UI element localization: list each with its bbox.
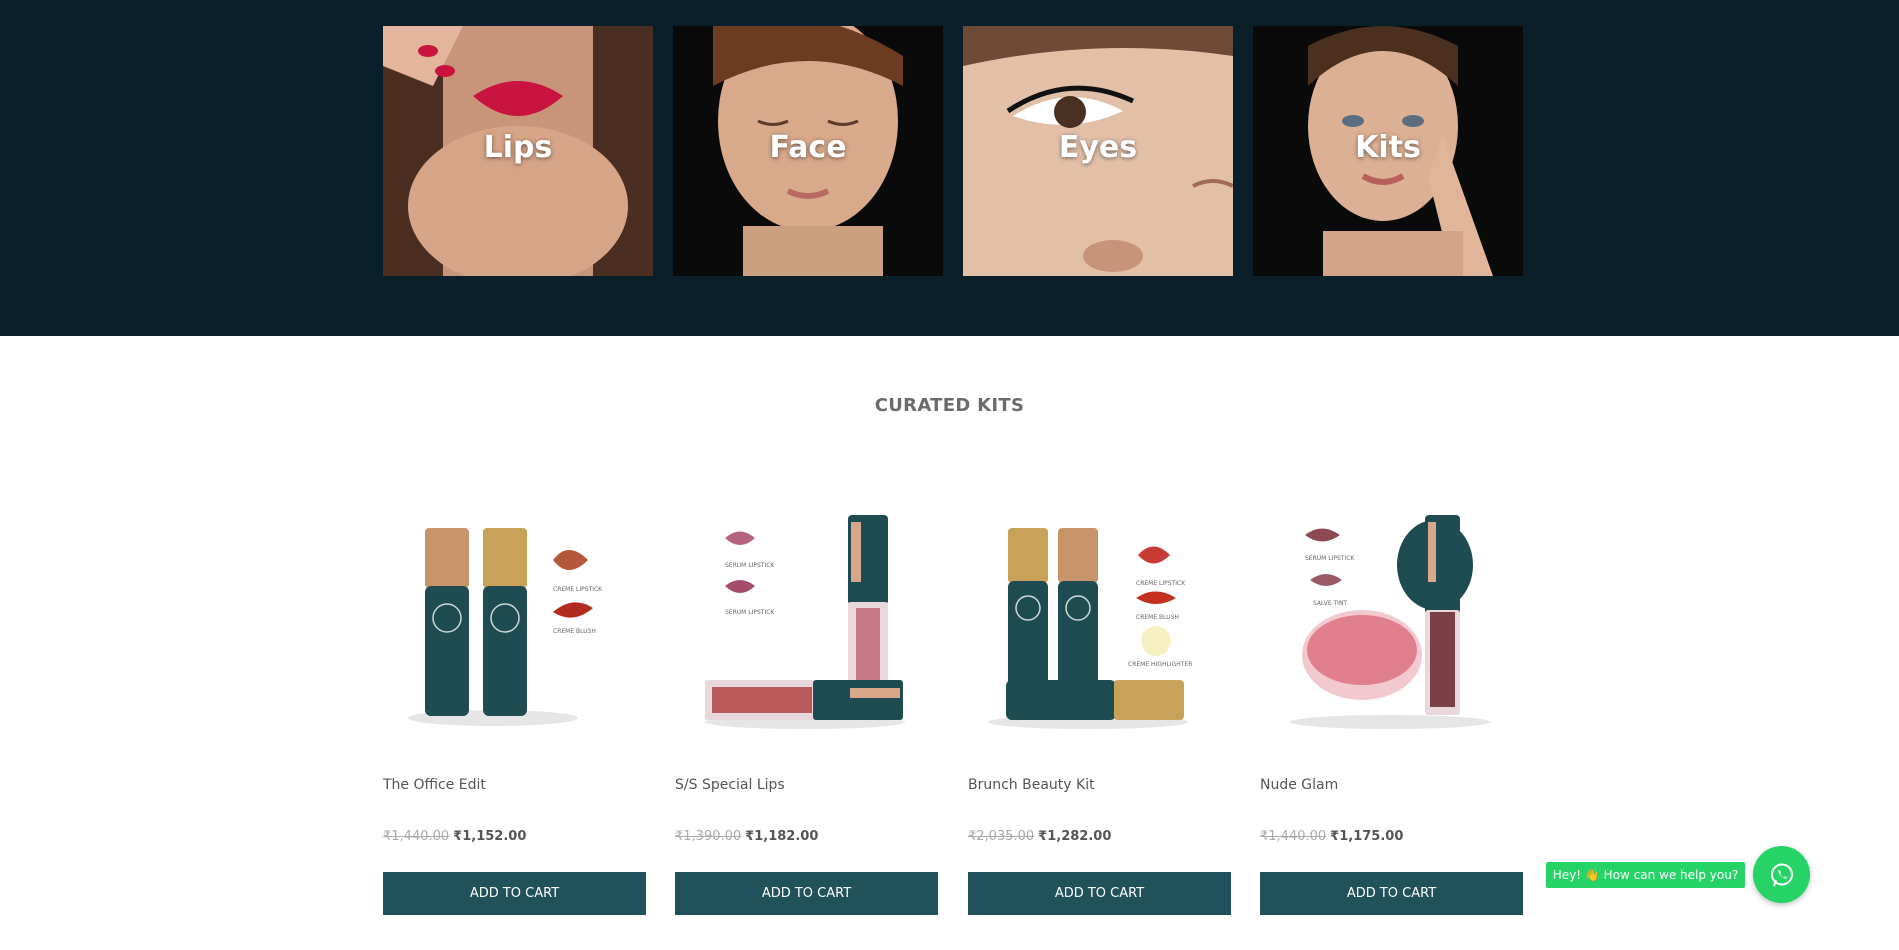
old-price: ₹1,440.00 <box>383 829 450 844</box>
product-card: SERUM LIPSTICK SALVE TINT Nude Glam ₹1,4… <box>1260 500 1523 915</box>
product-price: ₹1,390.00 ₹1,182.00 <box>675 829 818 844</box>
chat-prompt-bubble[interactable]: Hey! 👋 How can we help you? <box>1546 862 1745 888</box>
category-face[interactable]: Face <box>673 26 943 276</box>
product-price: ₹1,440.00 ₹1,152.00 <box>383 829 526 844</box>
product-image[interactable]: CREME LIPSTICK CREME BLUSH <box>383 500 646 740</box>
swatch-label: CREME BLUSH <box>1136 614 1179 621</box>
category-label: Eyes <box>1058 130 1138 165</box>
swatch-label: CREME LIPSTICK <box>553 586 603 593</box>
swatch-label: CREME BLUSH <box>553 628 596 635</box>
swatch-label: CREME HIGHLIGHTER <box>1128 661 1192 668</box>
sale-price: ₹1,175.00 <box>1330 829 1404 844</box>
sale-price: ₹1,152.00 <box>453 829 527 844</box>
swatch-label: SALVE TINT <box>1313 600 1347 607</box>
swatch-label: CREME LIPSTICK <box>1136 580 1186 587</box>
add-to-cart-button[interactable]: ADD TO CART <box>383 872 646 915</box>
product-card: SERUM LIPSTICK SERUM LIPSTICK S/S Specia… <box>675 500 938 915</box>
category-label: Face <box>769 130 847 165</box>
swatch-label: SERUM LIPSTICK <box>1305 555 1355 562</box>
product-image[interactable]: CREME LIPSTICK CREME BLUSH CREME HIGHLIG… <box>968 500 1231 740</box>
product-name[interactable]: Brunch Beauty Kit <box>968 777 1095 793</box>
category-label: Lips <box>483 130 553 165</box>
sale-price: ₹1,182.00 <box>745 829 819 844</box>
whatsapp-chat-button[interactable] <box>1753 846 1810 903</box>
swatch-label: SERUM LIPSTICK <box>725 562 775 569</box>
product-name[interactable]: The Office Edit <box>383 777 486 793</box>
product-card: CREME LIPSTICK CREME BLUSH CREME HIGHLIG… <box>968 500 1231 915</box>
category-kits[interactable]: Kits <box>1253 26 1523 276</box>
sale-price: ₹1,282.00 <box>1038 829 1112 844</box>
add-to-cart-button[interactable]: ADD TO CART <box>968 872 1231 915</box>
category-label: Kits <box>1355 130 1421 165</box>
swatch-label: SERUM LIPSTICK <box>725 609 775 616</box>
product-price: ₹1,440.00 ₹1,175.00 <box>1260 829 1403 844</box>
product-name[interactable]: Nude Glam <box>1260 777 1338 793</box>
old-price: ₹2,035.00 <box>968 829 1035 844</box>
section-title: CURATED KITS <box>874 395 1025 416</box>
old-price: ₹1,440.00 <box>1260 829 1327 844</box>
old-price: ₹1,390.00 <box>675 829 742 844</box>
add-to-cart-button[interactable]: ADD TO CART <box>675 872 938 915</box>
category-banner: Lips Face Eyes Kits <box>0 0 1899 336</box>
product-card: CREME LIPSTICK CREME BLUSH The Office Ed… <box>383 500 646 915</box>
add-to-cart-button[interactable]: ADD TO CART <box>1260 872 1523 915</box>
category-lips[interactable]: Lips <box>383 26 653 276</box>
product-name[interactable]: S/S Special Lips <box>675 777 785 793</box>
product-image[interactable]: SERUM LIPSTICK SALVE TINT <box>1260 500 1523 740</box>
product-price: ₹2,035.00 ₹1,282.00 <box>968 829 1111 844</box>
whatsapp-icon <box>1770 863 1793 886</box>
category-eyes[interactable]: Eyes <box>963 26 1233 276</box>
product-image[interactable]: SERUM LIPSTICK SERUM LIPSTICK <box>675 500 938 740</box>
